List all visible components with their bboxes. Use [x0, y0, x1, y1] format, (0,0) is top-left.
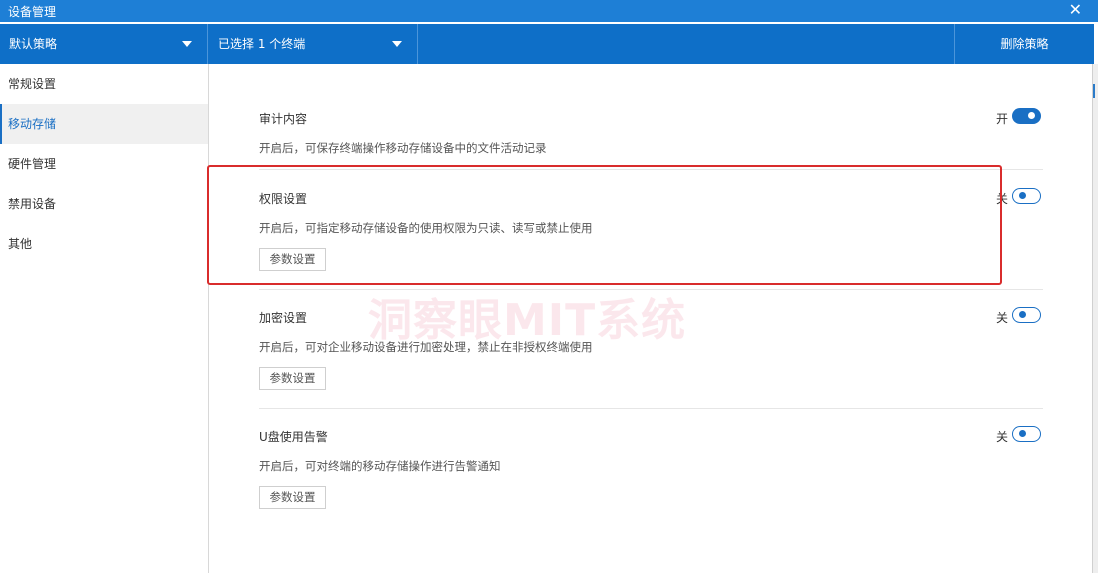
- permission-toggle[interactable]: [1012, 188, 1041, 204]
- toggle-knob: [1028, 112, 1035, 119]
- caret-down-icon: [392, 41, 402, 47]
- scroll-marker-icon: [1093, 84, 1098, 98]
- watermark: 洞察眼MIT系统: [368, 295, 687, 346]
- usb-alert-toggle[interactable]: [1012, 426, 1041, 442]
- toggle-state-label: 关: [996, 311, 1009, 325]
- toggle-state-label: 关: [996, 430, 1009, 444]
- encryption-params-button[interactable]: 参数设置: [259, 367, 326, 390]
- delete-policy-button[interactable]: 删除策略: [954, 24, 1094, 64]
- usb-alert-params-button[interactable]: 参数设置: [259, 486, 326, 509]
- divider: [259, 408, 1043, 409]
- setting-audit-content: 审计内容 开启后，可保存终端操作移动存储设备中的文件活动记录 开: [259, 108, 1043, 170]
- policy-toolbar: 默认策略 已选择 1 个终端 删除策略: [0, 24, 1094, 64]
- audit-content-toggle[interactable]: [1012, 108, 1041, 124]
- setting-usb-alert: U盘使用告警 开启后，可对终端的移动存储操作进行告警通知 关 参数设置: [259, 426, 1043, 528]
- sidebar-item-general[interactable]: 常规设置: [0, 64, 208, 104]
- scrollbar[interactable]: [1092, 64, 1098, 573]
- setting-title: 加密设置: [259, 311, 308, 325]
- sidebar: 常规设置 移动存储 硬件管理 禁用设备 其他: [0, 64, 209, 573]
- setting-description: 开启后，可对终端的移动存储操作进行告警通知: [259, 459, 501, 473]
- toggle-knob: [1019, 192, 1026, 199]
- policy-dropdown[interactable]: 默认策略: [0, 24, 208, 64]
- window-titlebar: 设备管理 ✕: [0, 0, 1098, 22]
- toggle-state-label: 开: [996, 112, 1009, 126]
- setting-title: U盘使用告警: [259, 430, 328, 444]
- window-title: 设备管理: [8, 5, 57, 19]
- sidebar-item-hardware[interactable]: 硬件管理: [0, 144, 208, 184]
- toggle-knob: [1019, 430, 1026, 437]
- setting-title: 审计内容: [259, 112, 308, 126]
- caret-down-icon: [182, 41, 192, 47]
- terminal-dropdown-label: 已选择 1 个终端: [218, 37, 306, 51]
- close-icon[interactable]: ✕: [1069, 0, 1082, 20]
- sidebar-item-removable-storage[interactable]: 移动存储: [0, 104, 208, 144]
- encryption-toggle[interactable]: [1012, 307, 1041, 323]
- policy-dropdown-label: 默认策略: [9, 37, 58, 51]
- sidebar-item-other[interactable]: 其他: [0, 224, 208, 264]
- toggle-knob: [1019, 311, 1026, 318]
- setting-description: 开启后，可保存终端操作移动存储设备中的文件活动记录: [259, 141, 547, 155]
- terminal-dropdown[interactable]: 已选择 1 个终端: [209, 24, 418, 64]
- highlight-box: [207, 165, 1002, 285]
- sidebar-item-disabled-devices[interactable]: 禁用设备: [0, 184, 208, 224]
